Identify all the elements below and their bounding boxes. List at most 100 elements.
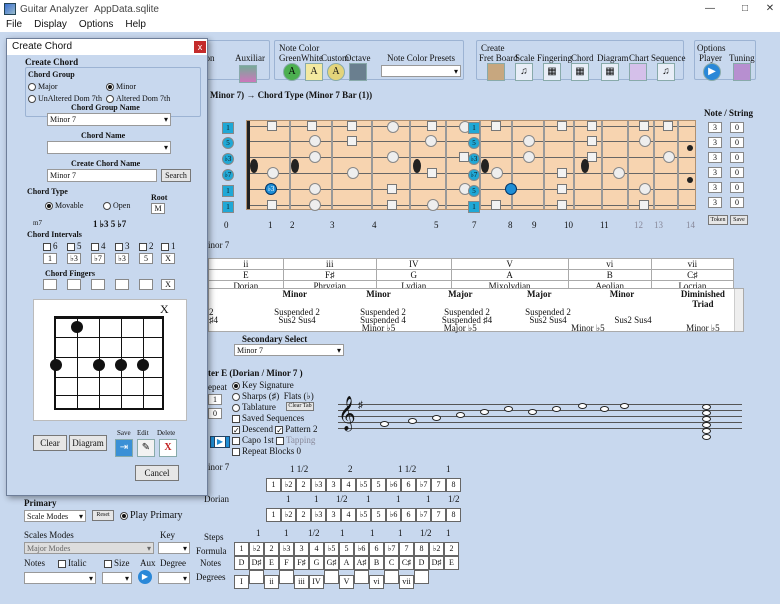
- degree-cell[interactable]: [384, 570, 399, 584]
- interval-cell[interactable]: 2: [296, 478, 311, 492]
- formula-cell[interactable]: 8: [414, 542, 429, 556]
- cancel-button[interactable]: Cancel: [135, 465, 179, 481]
- formula-cell[interactable]: ♭2: [429, 542, 444, 556]
- open-radio[interactable]: [103, 202, 111, 211]
- dialog-close-icon[interactable]: x: [194, 41, 206, 53]
- note-val[interactable]: 3: [708, 197, 722, 208]
- note-cell[interactable]: G: [309, 556, 324, 570]
- mode-numeral[interactable]: vii: [650, 258, 735, 270]
- clear-button[interactable]: Clear: [33, 435, 67, 451]
- repeat-num[interactable]: 1: [208, 394, 222, 405]
- note-cell[interactable]: F♯: [294, 556, 309, 570]
- diagram-button[interactable]: Diagram: [69, 435, 107, 451]
- interval-value[interactable]: X: [161, 253, 175, 264]
- save-icon[interactable]: ⇥: [115, 439, 133, 457]
- chord-diagram[interactable]: X: [33, 299, 187, 421]
- create-chord-name-input[interactable]: Minor 7: [47, 169, 157, 182]
- repeat-blocks-check[interactable]: [232, 447, 240, 456]
- interval-cell[interactable]: 7: [431, 508, 446, 522]
- size-select[interactable]: [102, 572, 132, 584]
- note-cell[interactable]: B: [369, 556, 384, 570]
- green-note-icon[interactable]: A: [283, 63, 301, 81]
- note-cell[interactable]: A: [339, 556, 354, 570]
- interval-check[interactable]: [91, 242, 99, 251]
- note-val[interactable]: 3: [708, 167, 722, 178]
- degree-cell[interactable]: vii: [399, 575, 414, 589]
- white-note-icon[interactable]: A: [305, 63, 323, 81]
- formula-cell[interactable]: 4: [309, 542, 324, 556]
- interval-cell[interactable]: ♭5: [356, 478, 371, 492]
- create-chart-icon[interactable]: [629, 63, 647, 81]
- repeat-num-2[interactable]: 0: [208, 408, 222, 419]
- note-cell[interactable]: D♯: [429, 556, 444, 570]
- degree-cell[interactable]: vi: [369, 575, 384, 589]
- degree-select[interactable]: [158, 572, 190, 584]
- interval-cell[interactable]: ♭7: [416, 478, 431, 492]
- create-diagram-icon[interactable]: ▦: [601, 63, 619, 81]
- aux-icon[interactable]: ▶: [138, 570, 152, 584]
- edit-icon[interactable]: ✎: [137, 439, 155, 457]
- mid-note-3[interactable]: ♭3: [468, 153, 480, 165]
- note-val[interactable]: 3: [708, 152, 722, 163]
- note-color-presets-select[interactable]: [381, 65, 461, 77]
- formula-cell[interactable]: ♭5: [324, 542, 339, 556]
- mode-numeral[interactable]: iii: [282, 258, 377, 270]
- interval-cell[interactable]: ♭5: [356, 508, 371, 522]
- create-fingering-icon[interactable]: ▦: [543, 63, 561, 81]
- string-val[interactable]: 0: [730, 182, 744, 193]
- note-cell[interactable]: D: [414, 556, 429, 570]
- string-val[interactable]: 0: [730, 137, 744, 148]
- note-val[interactable]: 3: [708, 137, 722, 148]
- interval-cell[interactable]: 1: [266, 478, 281, 492]
- string-val[interactable]: 0: [730, 197, 744, 208]
- note-cell[interactable]: G♯: [324, 556, 339, 570]
- altered-radio[interactable]: [106, 95, 114, 104]
- interval-check[interactable]: [43, 242, 51, 251]
- menu-options[interactable]: Options: [73, 18, 119, 32]
- descend-check[interactable]: ✓: [232, 425, 240, 434]
- left-note-6[interactable]: 1: [222, 201, 234, 213]
- mode-numeral[interactable]: vi: [567, 258, 652, 270]
- menu-help[interactable]: Help: [119, 18, 152, 32]
- major-radio[interactable]: [28, 83, 36, 92]
- formula-cell[interactable]: 5: [339, 542, 354, 556]
- string-val[interactable]: 0: [730, 152, 744, 163]
- interval-check[interactable]: [115, 242, 123, 251]
- movable-radio[interactable]: [45, 202, 53, 211]
- interval-cell[interactable]: 4: [341, 478, 356, 492]
- interval-cell[interactable]: 5: [371, 508, 386, 522]
- left-note-3[interactable]: ♭3: [222, 153, 234, 165]
- degree-cell[interactable]: [414, 570, 429, 584]
- saved-sequences-check[interactable]: [232, 414, 240, 423]
- tuning-icon[interactable]: [733, 63, 751, 81]
- degree-cell[interactable]: [324, 570, 339, 584]
- chord-name-select[interactable]: [47, 141, 171, 154]
- interval-cell[interactable]: 6: [401, 478, 416, 492]
- create-chord-icon[interactable]: ▦: [571, 63, 589, 81]
- interval-cell[interactable]: 1: [266, 508, 281, 522]
- interval-cell[interactable]: 3: [326, 478, 341, 492]
- menu-file[interactable]: File: [0, 18, 28, 32]
- interval-cell[interactable]: ♭2: [281, 478, 296, 492]
- note-cell[interactable]: C♯: [399, 556, 414, 570]
- interval-cell[interactable]: 3: [326, 508, 341, 522]
- interval-cell[interactable]: 8: [446, 508, 461, 522]
- left-note-4[interactable]: ♭7: [222, 169, 234, 181]
- interval-cell[interactable]: 5: [371, 478, 386, 492]
- custom-note-icon[interactable]: A: [327, 63, 345, 81]
- sharps-radio[interactable]: [232, 392, 240, 401]
- note-cell[interactable]: A♯: [354, 556, 369, 570]
- create-sequence-icon[interactable]: ♫: [657, 63, 675, 81]
- interval-check[interactable]: [161, 242, 169, 251]
- formula-cell[interactable]: ♭2: [249, 542, 264, 556]
- menu-display[interactable]: Display: [28, 18, 73, 32]
- interval-cell[interactable]: 4: [341, 508, 356, 522]
- interval-cell[interactable]: ♭3: [311, 478, 326, 492]
- delete-icon[interactable]: X: [159, 439, 177, 457]
- degree-cell[interactable]: iii: [294, 575, 309, 589]
- capo-check[interactable]: [232, 436, 240, 445]
- major-modes-select[interactable]: Major Modes: [24, 542, 154, 554]
- octave-note-icon[interactable]: [349, 63, 367, 81]
- formula-cell[interactable]: 3: [294, 542, 309, 556]
- auxiliar-icon[interactable]: [239, 65, 257, 83]
